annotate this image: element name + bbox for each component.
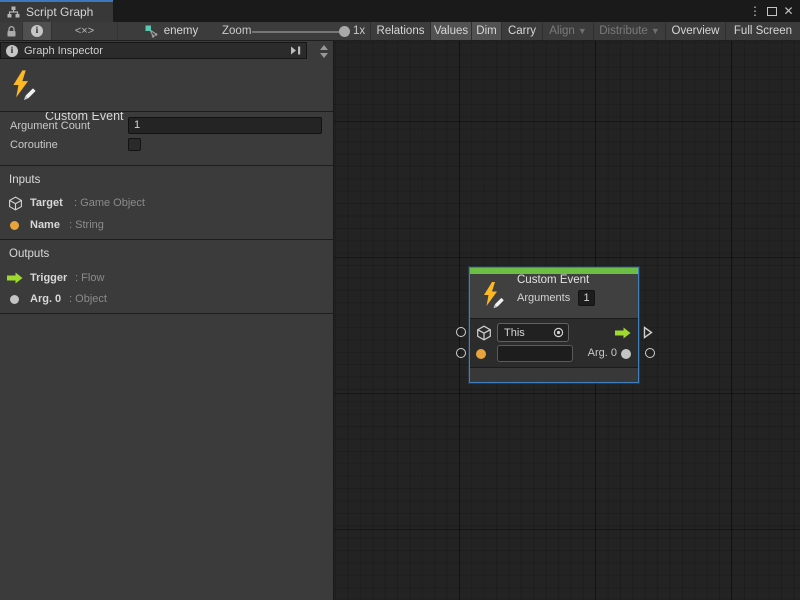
zoom-label: Zoom [222,22,251,40]
graph-inspector-panel: i Graph Inspector Custom Event Argument … [0,41,334,600]
object-port-icon [10,295,19,304]
code-view-button[interactable]: <×> [52,22,118,40]
window-close-icon[interactable]: ✕ [781,0,796,22]
outputs-header: Outputs [9,248,49,260]
target-dropdown[interactable]: This [497,323,569,342]
script-graph-window: Script Graph ⋮ ✕ i <×> enemy [0,0,800,600]
node-footer [470,368,638,382]
arg0-label: Arg. 0 [578,347,617,359]
values-button[interactable]: Values [430,22,471,40]
string-port-icon[interactable] [476,349,486,359]
carry-button[interactable]: Carry [501,22,542,40]
node-input-port-target[interactable] [456,327,466,337]
graph-node-icon [145,25,158,38]
flow-arrow-icon [7,272,23,284]
arg0-input[interactable] [497,345,573,362]
graph-inspector-title: Graph Inspector [24,45,285,57]
string-port-icon [10,221,19,230]
node-arguments-value[interactable]: 1 [578,290,595,306]
input-port-row: Target : Game Object [0,195,300,211]
dim-button[interactable]: Dim [471,22,501,40]
code-view-icon: <×> [75,25,94,37]
align-dropdown-button[interactable]: Align ▼ [542,22,593,40]
tab-script-graph[interactable]: Script Graph [0,0,113,22]
title-bar: Script Graph ⋮ ✕ [0,0,800,22]
custom-event-node[interactable]: Custom Event Arguments 1 This [469,267,639,383]
target-picker-icon[interactable] [553,327,564,338]
cube-icon [8,196,23,211]
input-port-row: Name : String [0,217,300,233]
argument-count-label: Argument Count [10,120,90,132]
custom-event-icon [10,70,37,100]
script-graph-icon [7,6,20,18]
scroll-down-icon[interactable] [320,53,328,58]
node-input-port-name[interactable] [456,348,466,358]
overview-button[interactable]: Overview [665,22,725,40]
zoom-value: 1x [353,22,365,40]
lock-icon [6,25,17,38]
object-port-icon[interactable] [621,349,631,359]
tab-label: Script Graph [26,5,93,19]
zoom-slider-track[interactable] [252,31,340,33]
argument-count-input[interactable]: 1 [128,117,322,134]
node-output-port-arg0[interactable] [645,348,655,358]
node-arguments-label: Arguments [517,292,570,304]
dock-panel-icon[interactable] [291,46,302,55]
chevron-down-icon: ▼ [578,27,587,36]
node-title: Custom Event [517,274,589,286]
inputs-header: Inputs [9,174,40,186]
window-menu-icon[interactable]: ⋮ [748,0,762,22]
divider [0,313,334,314]
divider [470,318,638,319]
relations-button[interactable]: Relations [370,22,430,40]
zoom-slider-handle[interactable] [339,26,350,37]
graph-toolbar: i <×> enemy Zoom 1x Relations Values Dim [0,22,800,41]
graph-inspector-header[interactable]: i Graph Inspector [0,42,307,59]
window-maximize-icon[interactable] [764,0,779,22]
lock-button[interactable] [0,22,23,40]
divider [0,165,334,166]
divider [0,111,334,112]
info-icon: i [31,25,43,37]
breadcrumb[interactable]: enemy [133,22,205,40]
output-port-row: Trigger : Flow [0,270,300,286]
coroutine-label: Coroutine [10,139,58,151]
info-icon: i [6,45,18,57]
custom-event-icon [481,282,505,308]
coroutine-checkbox[interactable] [128,138,141,151]
node-output-port-trigger[interactable] [643,326,653,339]
divider [0,239,334,240]
distribute-dropdown-button[interactable]: Distribute ▼ [593,22,665,40]
graph-canvas[interactable]: Custom Event Arguments 1 This [334,41,800,600]
view-buttons: Relations Values Dim Carry Align ▼ Distr… [370,22,800,40]
full-screen-button[interactable]: Full Screen [725,22,800,40]
chevron-down-icon: ▼ [651,27,660,36]
inspector-toggle-button[interactable]: i [23,22,52,40]
panel-scrollbar [316,43,332,61]
trigger-flow-icon [615,327,631,339]
breadcrumb-graph-name: enemy [164,25,199,37]
cube-icon [476,325,492,341]
scroll-up-icon[interactable] [320,45,328,50]
output-port-row: Arg. 0 : Object [0,291,300,307]
